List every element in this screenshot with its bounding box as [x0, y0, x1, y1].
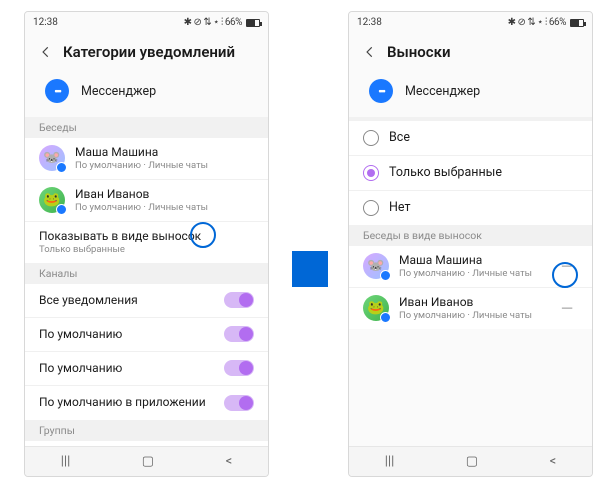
status-time: 12:38 — [33, 17, 58, 28]
battery-icon — [246, 19, 260, 27]
title-bar: Выноски — [349, 33, 592, 69]
phone-screen-right: 12:38 ✱ ⊘ ⇅ ⋆ ⫶ 66% Выноски ••• Мессендж… — [348, 11, 593, 477]
avatar: 🐭 — [39, 145, 65, 171]
app-row: ••• Мессенджер — [25, 69, 268, 117]
status-right: ✱ ⊘ ⇅ ⋆ ⫶ 66% — [508, 17, 584, 28]
back-nav-icon[interactable]: < — [226, 454, 233, 469]
avatar: 🐸 — [39, 187, 65, 213]
back-icon[interactable] — [363, 45, 377, 59]
home-icon[interactable]: ▢ — [466, 454, 478, 469]
remove-icon[interactable]: — — [556, 255, 578, 277]
section-channels: Каналы — [25, 263, 268, 284]
phone-screen-left: 12:38 ✱ ⊘ ⇅ ⋆ ⫶ 66% Категории уведомлени… — [24, 11, 269, 477]
page-title: Выноски — [387, 43, 578, 61]
remove-icon[interactable]: — — [556, 297, 578, 319]
back-nav-icon[interactable]: < — [550, 454, 557, 469]
android-navbar: ||| ▢ < — [349, 446, 592, 476]
toggle-switch[interactable] — [224, 292, 254, 308]
show-as-bubbles-row[interactable]: Показывать в виде выносок Только выбранн… — [25, 222, 268, 263]
section-bubble-convos: Беседы в виде выносок — [349, 225, 592, 246]
option-all[interactable]: Все — [349, 121, 592, 156]
toggle-switch[interactable] — [224, 395, 254, 411]
radio-icon[interactable] — [363, 200, 379, 216]
recents-icon[interactable]: ||| — [385, 454, 395, 469]
radio-icon[interactable] — [363, 130, 379, 146]
option-selected[interactable]: Только выбранные — [349, 156, 592, 191]
section-groups: Группы — [25, 420, 268, 441]
channel-row[interactable]: По умолчанию — [25, 352, 268, 386]
toggle-switch[interactable] — [224, 326, 254, 342]
radio-icon[interactable] — [363, 165, 379, 181]
bubble-convo-row[interactable]: 🐭 Маша Машина По умолчанию Личные чаты — — [349, 246, 592, 288]
page-title: Категории уведомлений — [63, 43, 254, 61]
section-conversations: Беседы — [25, 117, 268, 138]
bubble-convo-row[interactable]: 🐸 Иван Иванов По умолчанию Личные чаты — — [349, 288, 592, 329]
app-row: ••• Мессенджер — [349, 69, 592, 117]
back-icon[interactable] — [39, 45, 53, 59]
status-bar: 12:38 ✱ ⊘ ⇅ ⋆ ⫶ 66% — [25, 12, 268, 33]
status-right: ✱ ⊘ ⇅ ⋆ ⫶ 66% — [184, 17, 260, 28]
channel-row[interactable]: Все уведомления — [25, 284, 268, 318]
title-bar: Категории уведомлений — [25, 33, 268, 69]
messenger-icon: ••• — [45, 79, 69, 103]
conversation-row[interactable]: 🐭 Маша Машина По умолчанию Личные чаты — [25, 138, 268, 180]
app-name: Мессенджер — [405, 84, 480, 99]
avatar: 🐸 — [363, 295, 389, 321]
toggle-switch[interactable] — [224, 360, 254, 376]
avatar: 🐭 — [363, 253, 389, 279]
option-none[interactable]: Нет — [349, 191, 592, 225]
status-bar: 12:38 ✱ ⊘ ⇅ ⋆ ⫶ 66% — [349, 12, 592, 33]
home-icon[interactable]: ▢ — [142, 454, 154, 469]
recents-icon[interactable]: ||| — [61, 454, 71, 469]
status-time: 12:38 — [357, 17, 382, 28]
app-name: Мессенджер — [81, 84, 156, 99]
messenger-icon: ••• — [369, 79, 393, 103]
channel-row[interactable]: По умолчанию в приложении — [25, 386, 268, 420]
android-navbar: ||| ▢ < — [25, 446, 268, 476]
channel-row[interactable]: По умолчанию — [25, 318, 268, 352]
battery-icon — [570, 19, 584, 27]
connector-arrow — [292, 251, 328, 287]
conversation-row[interactable]: 🐸 Иван Иванов По умолчанию Личные чаты — [25, 180, 268, 222]
